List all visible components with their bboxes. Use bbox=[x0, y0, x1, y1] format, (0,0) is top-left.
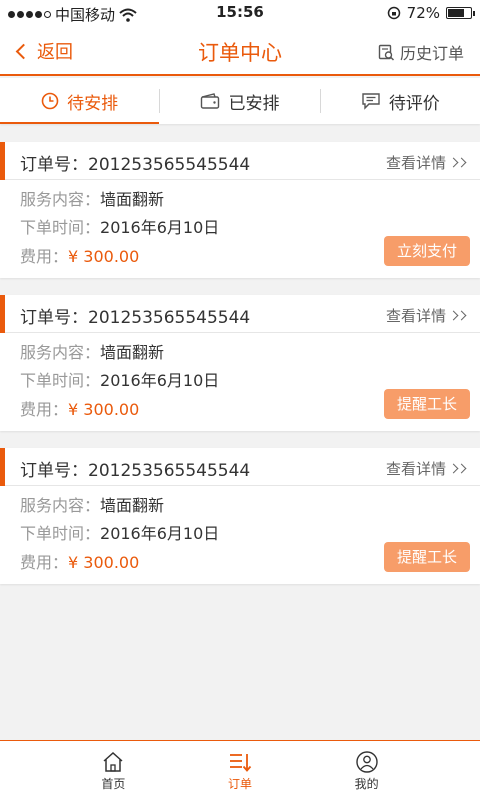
fee-label: 费用： bbox=[20, 400, 69, 419]
battery-icon bbox=[446, 7, 475, 19]
order-list-icon bbox=[229, 754, 252, 772]
tabbar-label: 订单 bbox=[227, 777, 252, 791]
profile-icon bbox=[355, 751, 378, 773]
fee-label: 费用： bbox=[20, 247, 69, 266]
order-card: 订单号：201253565545544 查看详情 服务内容：墙面翻新 下单时间：… bbox=[0, 295, 480, 431]
service-value: 墙面翻新 bbox=[100, 496, 165, 515]
order-time-value: 2016年6月10日 bbox=[100, 371, 220, 390]
comment-icon bbox=[362, 93, 380, 110]
order-list: 订单号：201253565545544 查看详情 服务内容：墙面翻新 下单时间：… bbox=[0, 142, 480, 601]
service-label: 服务内容： bbox=[20, 190, 101, 209]
service-label: 服务内容： bbox=[20, 496, 101, 515]
order-number-value: 201253565545544 bbox=[88, 308, 251, 328]
fee-label: 费用： bbox=[20, 553, 69, 572]
order-card-header: 订单号：201253565545544 查看详情 bbox=[0, 448, 480, 486]
tabbar-orders[interactable]: 订单 bbox=[200, 741, 280, 800]
service-row: 服务内容：墙面翻新 bbox=[20, 186, 164, 210]
service-label: 服务内容： bbox=[20, 343, 101, 362]
order-number: 订单号：201253565545544 bbox=[20, 150, 250, 175]
fee-value: ¥ 300.00 bbox=[68, 247, 140, 266]
service-row: 服务内容：墙面翻新 bbox=[20, 339, 164, 363]
tab-pending-arrangement[interactable]: 待安排 bbox=[0, 78, 160, 124]
order-time-label: 下单时间： bbox=[20, 371, 101, 390]
tab-arranged[interactable]: 已安排 bbox=[160, 78, 319, 124]
view-details-label: 查看详情 bbox=[385, 307, 446, 325]
order-number-value: 201253565545544 bbox=[88, 155, 251, 175]
order-time-value: 2016年6月10日 bbox=[100, 524, 220, 543]
order-card-header: 订单号：201253565545544 查看详情 bbox=[0, 142, 480, 180]
tabbar-home[interactable]: 首页 bbox=[73, 741, 153, 800]
status-right: 72% bbox=[387, 4, 475, 22]
view-details-link[interactable]: 查看详情 bbox=[385, 458, 467, 479]
order-number-label: 订单号： bbox=[20, 308, 88, 328]
clock-icon bbox=[41, 92, 59, 110]
service-value: 墙面翻新 bbox=[100, 190, 165, 209]
view-details-link[interactable]: 查看详情 bbox=[385, 152, 467, 173]
tab-label: 已安排 bbox=[228, 93, 280, 114]
order-time-row: 下单时间：2016年6月10日 bbox=[20, 214, 219, 238]
card-accent-bar bbox=[0, 448, 5, 486]
order-card-header: 订单号：201253565545544 查看详情 bbox=[0, 295, 480, 333]
view-details-label: 查看详情 bbox=[385, 154, 446, 172]
order-card: 订单号：201253565545544 查看详情 服务内容：墙面翻新 下单时间：… bbox=[0, 448, 480, 584]
order-number: 订单号：201253565545544 bbox=[20, 303, 250, 328]
fee-value: ¥ 300.00 bbox=[68, 553, 140, 572]
order-card: 订单号：201253565545544 查看详情 服务内容：墙面翻新 下单时间：… bbox=[0, 142, 480, 278]
history-orders-label: 历史订单 bbox=[399, 44, 464, 63]
order-status-tabs: 待安排 已安排 待评价 bbox=[0, 78, 480, 124]
history-search-icon bbox=[378, 44, 395, 61]
pay-now-button[interactable]: 立刻支付 bbox=[383, 236, 470, 266]
card-accent-bar bbox=[0, 142, 5, 180]
battery-percent: 72% bbox=[406, 4, 440, 22]
tab-pending-review[interactable]: 待评价 bbox=[321, 78, 480, 124]
order-number-value: 201253565545544 bbox=[88, 461, 251, 481]
tab-label: 待评价 bbox=[388, 93, 440, 114]
tabbar-profile[interactable]: 我的 bbox=[327, 741, 407, 800]
order-number-label: 订单号： bbox=[20, 461, 88, 481]
double-chevron-right-icon bbox=[448, 463, 467, 474]
card-accent-bar bbox=[0, 295, 5, 333]
tabbar-label: 我的 bbox=[354, 777, 379, 791]
double-chevron-right-icon bbox=[448, 310, 467, 321]
fee-value: ¥ 300.00 bbox=[68, 400, 140, 419]
bottom-tab-bar: 首页 订单 我的 bbox=[0, 740, 480, 800]
service-row: 服务内容：墙面翻新 bbox=[20, 492, 164, 516]
home-icon bbox=[103, 751, 123, 772]
double-chevron-right-icon bbox=[448, 157, 467, 168]
nav-bar: 返回 订单中心 历史订单 bbox=[0, 26, 480, 76]
fee-row: 费用：¥ 300.00 bbox=[20, 396, 139, 420]
tab-label: 待安排 bbox=[67, 93, 119, 114]
order-number: 订单号：201253565545544 bbox=[20, 456, 250, 481]
history-orders-button[interactable]: 历史订单 bbox=[378, 40, 464, 64]
order-time-row: 下单时间：2016年6月10日 bbox=[20, 367, 219, 391]
order-number-label: 订单号： bbox=[20, 155, 88, 175]
remind-foreman-button[interactable]: 提醒工长 bbox=[383, 389, 470, 419]
wallet-icon bbox=[201, 93, 220, 109]
view-details-link[interactable]: 查看详情 bbox=[385, 305, 467, 326]
status-bar: 中国移动 15:56 72% bbox=[0, 0, 480, 26]
order-time-row: 下单时间：2016年6月10日 bbox=[20, 520, 219, 544]
order-time-label: 下单时间： bbox=[20, 218, 101, 237]
remind-foreman-button[interactable]: 提醒工长 bbox=[383, 542, 470, 572]
rotation-lock-icon bbox=[387, 6, 400, 20]
order-time-label: 下单时间： bbox=[20, 524, 101, 543]
view-details-label: 查看详情 bbox=[385, 460, 446, 478]
fee-row: 费用：¥ 300.00 bbox=[20, 243, 139, 267]
tabbar-label: 首页 bbox=[101, 777, 126, 791]
service-value: 墙面翻新 bbox=[100, 343, 165, 362]
order-time-value: 2016年6月10日 bbox=[100, 218, 220, 237]
fee-row: 费用：¥ 300.00 bbox=[20, 549, 139, 573]
